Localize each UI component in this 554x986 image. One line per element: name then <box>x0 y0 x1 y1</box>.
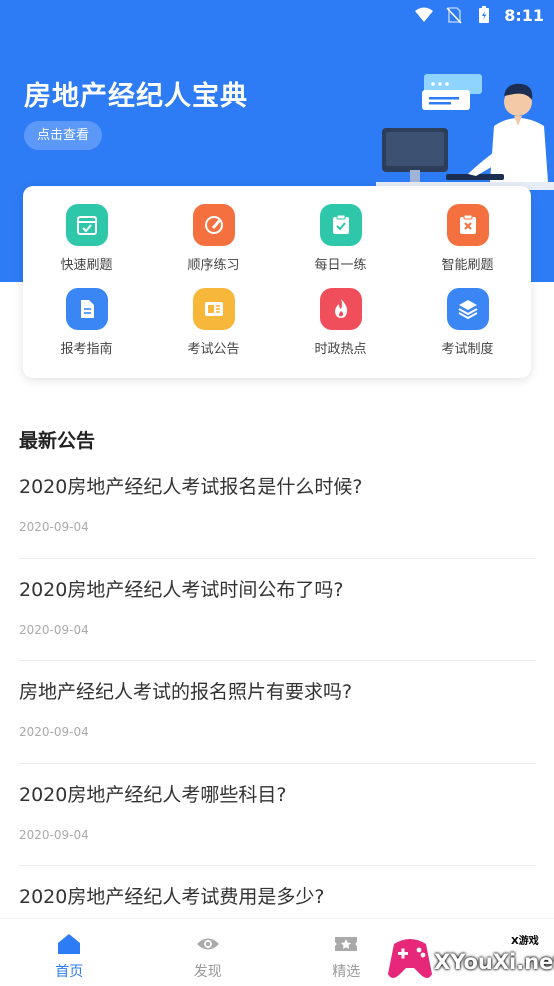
feature-label: 顺序练习 <box>187 258 240 273</box>
battery-icon <box>479 6 490 23</box>
tab-discover[interactable]: 发现 <box>139 919 278 986</box>
news-title: 2020房地产经纪人考试报名是什么时候? <box>19 476 363 498</box>
no-sim-icon <box>446 7 462 24</box>
hero-illustration <box>376 74 554 190</box>
news-list: 2020房地产经纪人考试报名是什么时候? 2020-09-04 2020房地产经… <box>19 456 536 969</box>
watermark-text: XYouXi.net <box>434 950 554 974</box>
feature-label: 每日一练 <box>314 258 367 273</box>
feature-sequential-practice[interactable]: 顺序练习 <box>150 204 277 288</box>
news-date: 2020-09-04 <box>19 622 89 637</box>
watermark: X游戏 XYouXi.net <box>384 928 554 986</box>
flame-icon <box>319 288 362 330</box>
clipboard-x-icon <box>446 204 489 246</box>
feature-smart-practice[interactable]: 智能刷题 <box>404 204 531 288</box>
list-item[interactable]: 2020房地产经纪人考哪些科目? 2020-09-04 <box>19 764 536 866</box>
watermark-small-text: X游戏 <box>509 932 541 947</box>
news-title: 2020房地产经纪人考试时间公布了吗? <box>19 578 344 601</box>
news-title: 2020房地产经纪人考试费用是多少? <box>19 886 325 908</box>
tab-label: 首页 <box>55 964 84 980</box>
section-title: 最新公告 <box>19 430 96 452</box>
news-title: 2020房地产经纪人考哪些科目? <box>19 783 287 806</box>
feature-quick-practice[interactable]: 快速刷题 <box>23 204 150 288</box>
feature-exam-system[interactable]: 考试制度 <box>404 288 531 372</box>
feature-label: 时政热点 <box>314 342 367 357</box>
calendar-check-icon <box>65 204 108 246</box>
eye-icon <box>196 938 219 950</box>
news-title: 房地产经纪人考试的报名照片有要求吗? <box>19 681 353 703</box>
home-icon <box>58 934 81 954</box>
feature-label: 考试公告 <box>187 342 240 357</box>
feature-label: 报考指南 <box>60 342 113 357</box>
status-time: 8:11 <box>504 5 544 25</box>
document-icon <box>65 288 108 330</box>
feature-current-affairs[interactable]: 时政热点 <box>277 288 404 372</box>
list-item[interactable]: 2020房地产经纪人考试时间公布了吗? 2020-09-04 <box>19 559 536 661</box>
list-item[interactable]: 房地产经纪人考试的报名照片有要求吗? 2020-09-04 <box>19 661 536 764</box>
feature-label: 快速刷题 <box>60 258 113 273</box>
feature-exam-guide[interactable]: 报考指南 <box>23 288 150 372</box>
feature-label: 考试制度 <box>441 342 494 357</box>
news-date: 2020-09-04 <box>19 827 89 842</box>
pencil-icon <box>192 204 235 246</box>
page-title: 房地产经纪人宝典 <box>24 81 248 112</box>
tab-home[interactable]: 首页 <box>0 919 139 986</box>
news-date: 2020-09-04 <box>19 520 89 534</box>
status-bar: 8:11 <box>414 0 544 30</box>
list-item[interactable]: 2020房地产经纪人考试报名是什么时候? 2020-09-04 <box>19 456 536 559</box>
gamepad-logo-icon <box>388 939 432 978</box>
layers-icon <box>446 288 489 330</box>
feature-label: 智能刷题 <box>441 258 494 273</box>
news-date: 2020-09-04 <box>19 725 89 739</box>
ticket-icon <box>335 937 358 951</box>
wifi-icon <box>415 7 434 22</box>
feature-card: 快速刷题 顺序练习 每日一练 智能刷题 报考指南 考试公告 时政热点 考试制度 <box>23 186 531 378</box>
feature-exam-notice[interactable]: 考试公告 <box>150 288 277 372</box>
feature-daily-practice[interactable]: 每日一练 <box>277 204 404 288</box>
view-button[interactable]: 点击查看 <box>24 121 103 150</box>
tab-label: 精选 <box>332 964 361 980</box>
notice-icon <box>192 288 235 330</box>
clipboard-check-icon <box>319 204 362 246</box>
tab-label: 发现 <box>193 964 222 980</box>
